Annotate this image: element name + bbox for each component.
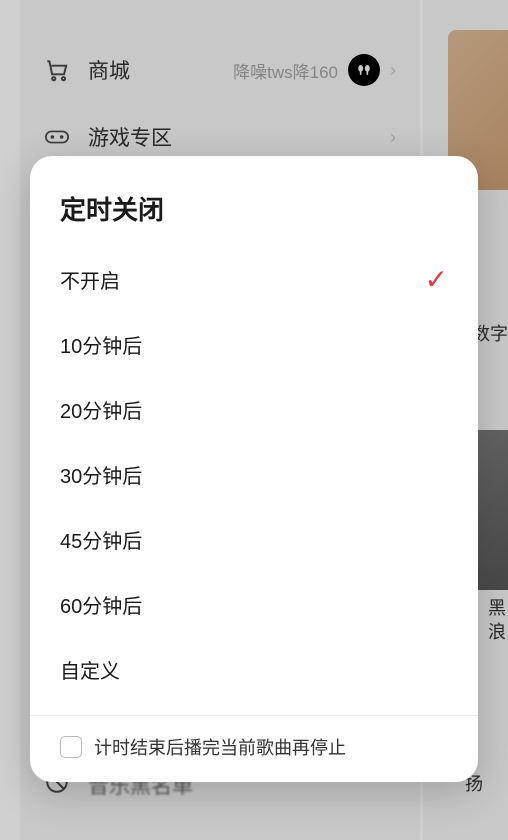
option-label: 自定义 bbox=[60, 655, 120, 684]
finish-song-checkbox[interactable] bbox=[60, 736, 82, 758]
timer-option-off[interactable]: 不开启 ✓ bbox=[60, 247, 448, 312]
sleep-timer-dialog: 定时关闭 不开启 ✓ 10分钟后 20分钟后 30分钟后 45分钟后 60分钟后… bbox=[30, 156, 478, 782]
option-label: 20分钟后 bbox=[60, 395, 142, 424]
timer-option-60min[interactable]: 60分钟后 bbox=[60, 572, 448, 637]
option-label: 30分钟后 bbox=[60, 460, 142, 489]
dialog-title: 定时关闭 bbox=[30, 156, 478, 247]
checkbox-label: 计时结束后播完当前歌曲再停止 bbox=[94, 734, 346, 760]
option-label: 不开启 bbox=[60, 265, 120, 294]
option-label: 60分钟后 bbox=[60, 590, 142, 619]
dialog-footer[interactable]: 计时结束后播完当前歌曲再停止 bbox=[30, 715, 478, 782]
timer-option-20min[interactable]: 20分钟后 bbox=[60, 377, 448, 442]
option-label: 45分钟后 bbox=[60, 525, 142, 554]
timer-option-10min[interactable]: 10分钟后 bbox=[60, 312, 448, 377]
timer-option-custom[interactable]: 自定义 bbox=[60, 637, 448, 702]
option-label: 10分钟后 bbox=[60, 330, 142, 359]
timer-option-30min[interactable]: 30分钟后 bbox=[60, 442, 448, 507]
timer-options-list: 不开启 ✓ 10分钟后 20分钟后 30分钟后 45分钟后 60分钟后 自定义 bbox=[30, 247, 478, 715]
check-icon: ✓ bbox=[425, 263, 448, 296]
timer-option-45min[interactable]: 45分钟后 bbox=[60, 507, 448, 572]
